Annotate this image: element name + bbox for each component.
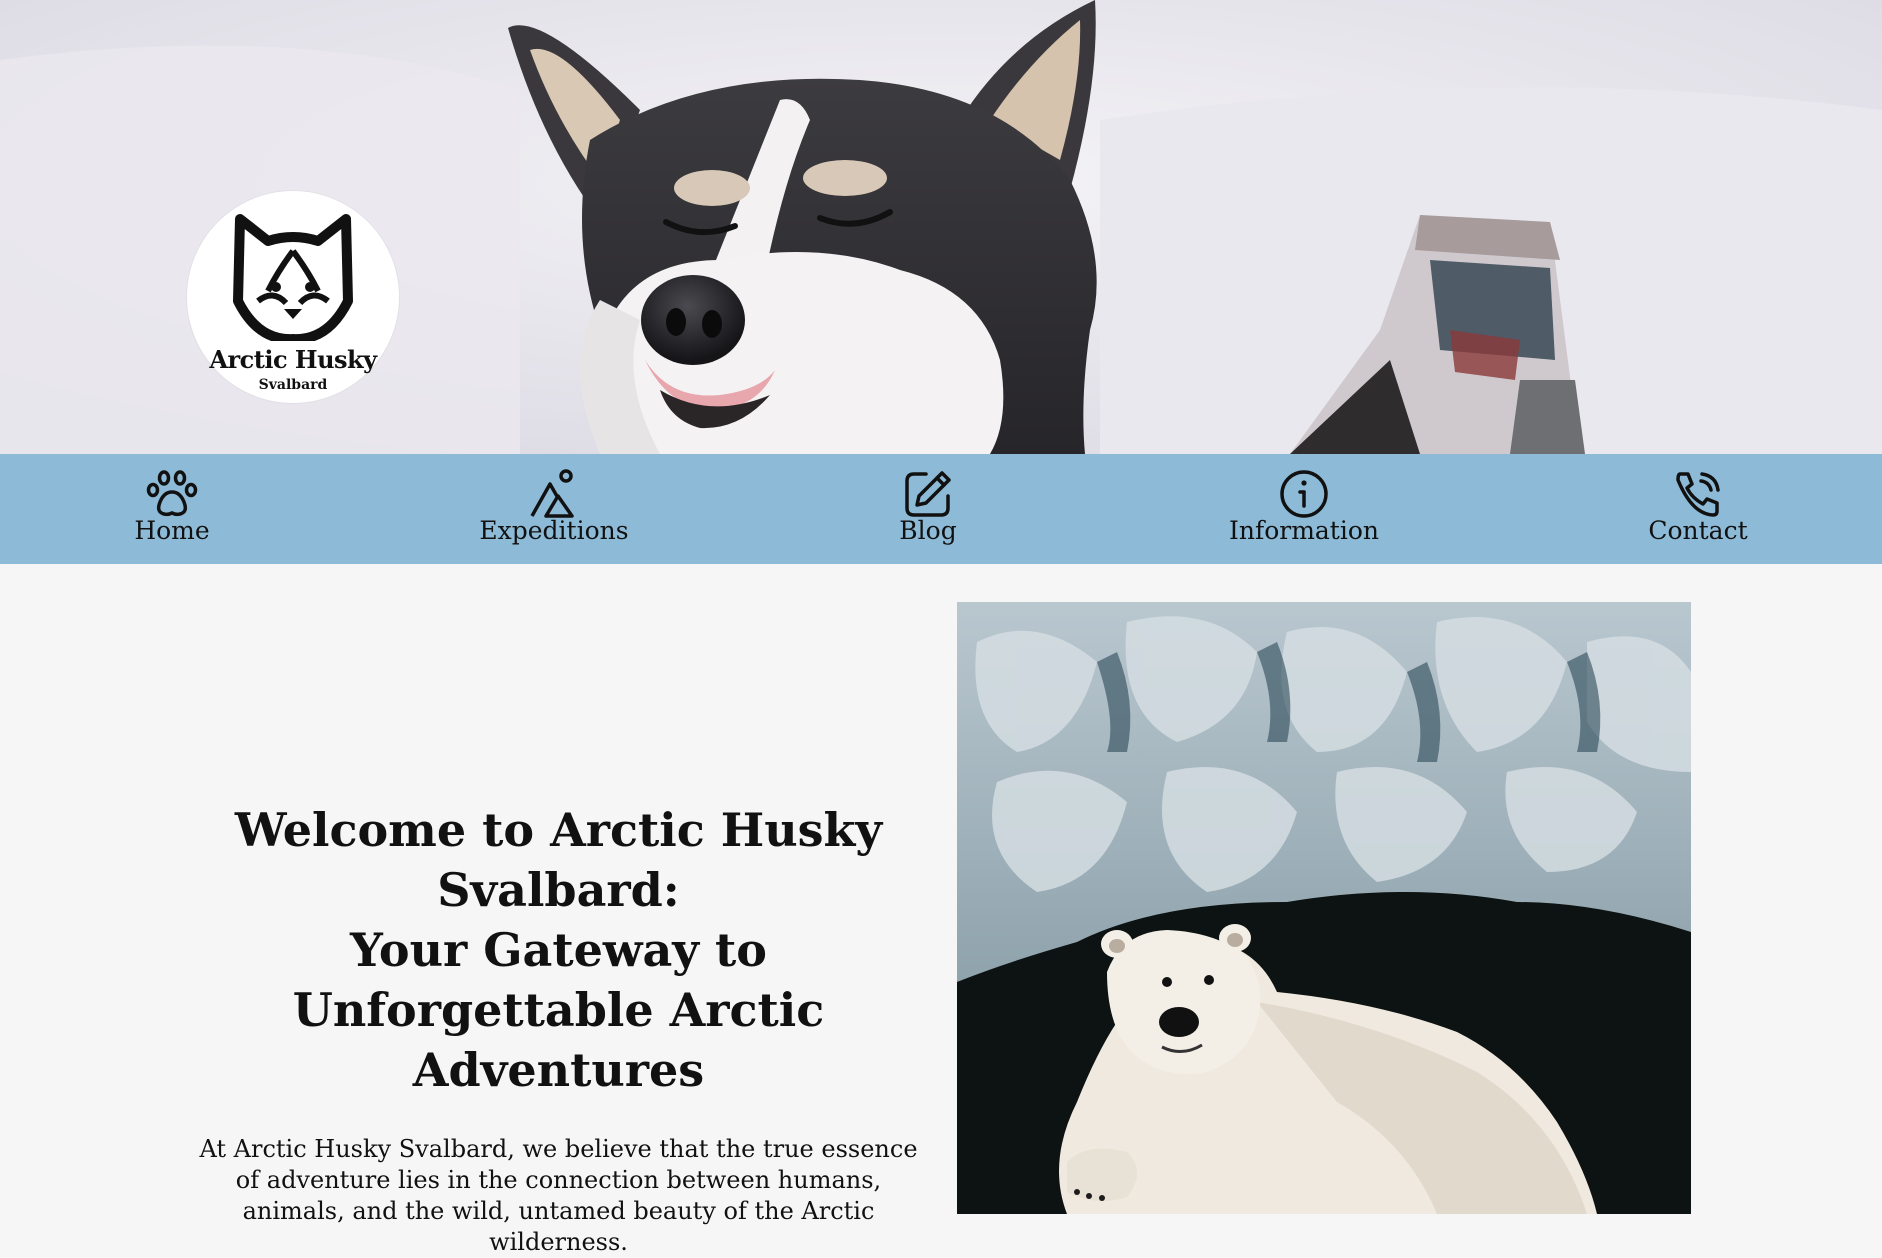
- nav-blog-label: Blog: [899, 516, 957, 545]
- paw-icon: [146, 470, 198, 517]
- nav-information-label: Information: [1228, 516, 1380, 545]
- phone-icon: [1676, 472, 1720, 517]
- edit-icon: [905, 471, 951, 517]
- nav-home-label: Home: [134, 516, 210, 545]
- nav-expeditions-label: Expeditions: [479, 516, 629, 545]
- hero-banner: Arctic Husky Svalbard: [0, 0, 1882, 454]
- husky-logo-icon: [233, 214, 353, 341]
- intro-paragraph: At Arctic Husky Svalbard, we believe tha…: [199, 1135, 918, 1256]
- polar-bear-image: [957, 602, 1691, 1214]
- welcome-heading: Welcome to Arctic Husky Svalbard: Your G…: [190, 800, 927, 1100]
- mountain-icon: [530, 469, 574, 518]
- nav-expeditions[interactable]: Expeditions: [474, 454, 634, 564]
- main-navigation: Home Expeditions Blog Information Contac…: [0, 454, 1882, 564]
- nav-contact-label: Contact: [1648, 516, 1748, 545]
- nav-contact[interactable]: Contact: [1638, 454, 1758, 564]
- polar-bear-photo: [957, 602, 1691, 1214]
- brand-name: Arctic Husky: [209, 345, 377, 374]
- nav-blog[interactable]: Blog: [868, 454, 988, 564]
- brand-subtitle: Svalbard: [258, 377, 328, 393]
- nav-information[interactable]: Information: [1224, 454, 1384, 564]
- brand-logo[interactable]: Arctic Husky Svalbard: [187, 191, 399, 403]
- nav-home[interactable]: Home: [112, 454, 232, 564]
- welcome-heading-line1: Welcome to Arctic Husky Svalbard:: [234, 803, 883, 917]
- welcome-heading-line2: Your Gateway to Unforgettable Arctic Adv…: [292, 923, 825, 1097]
- info-icon: [1280, 470, 1328, 518]
